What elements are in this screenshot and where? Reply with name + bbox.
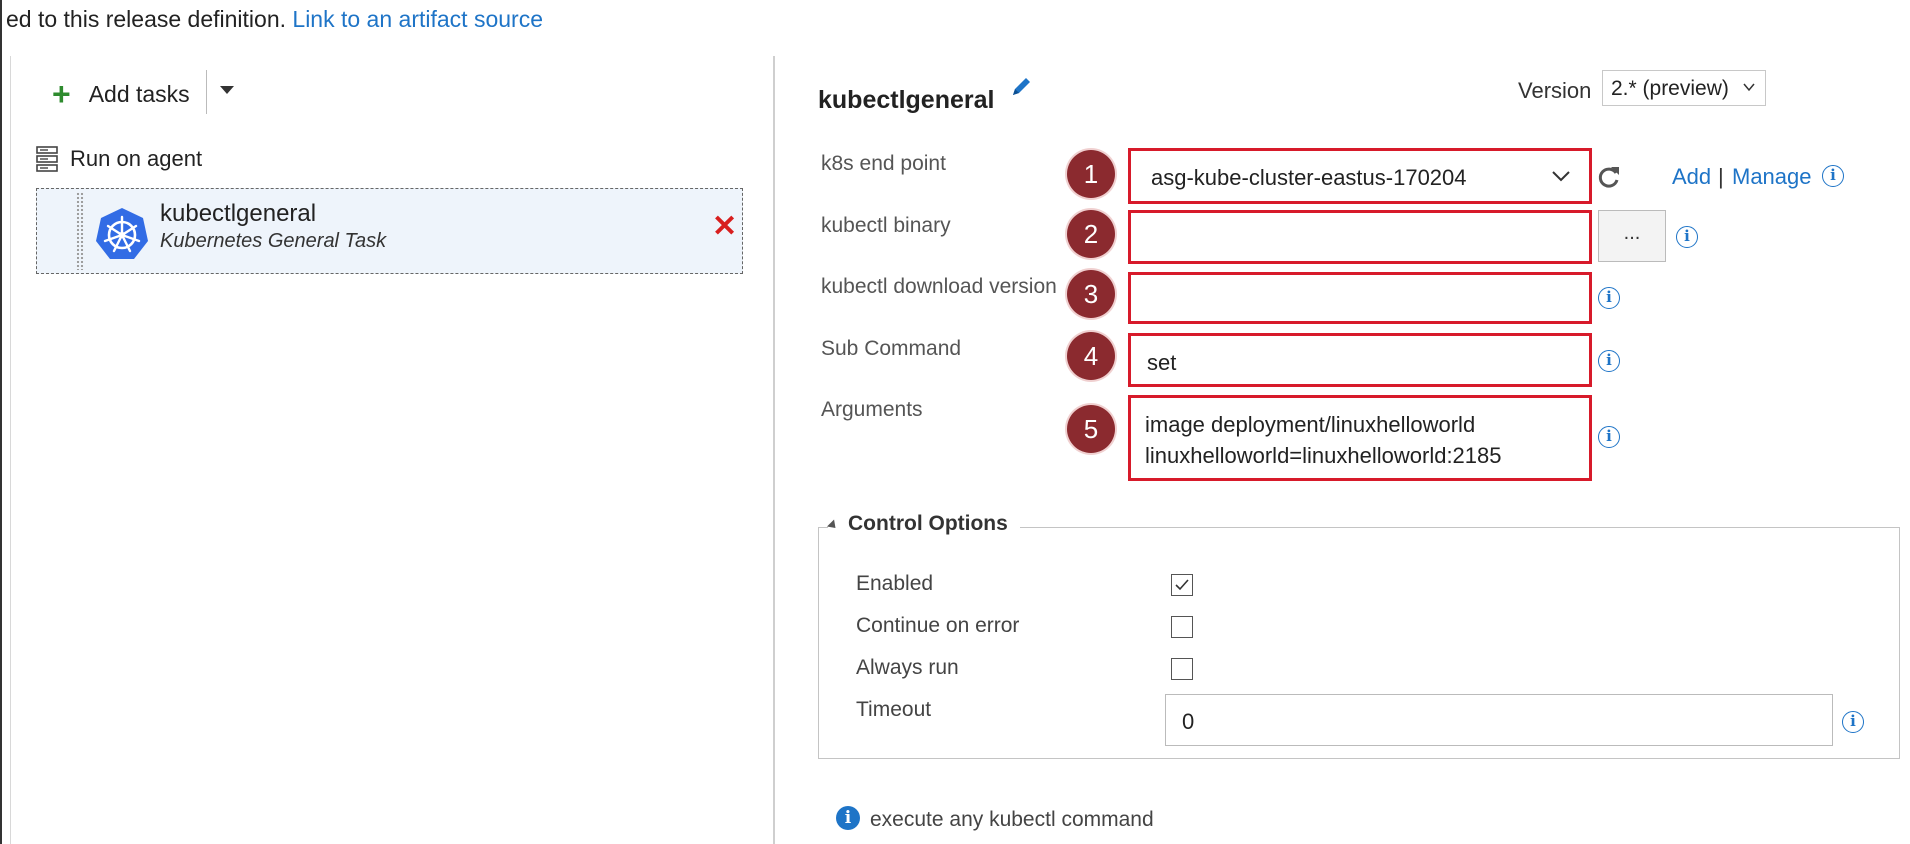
add-endpoint-link[interactable]: Add [1672,164,1711,190]
arguments-value-line1: image deployment/linuxhelloworld [1145,412,1476,437]
plus-icon: + [52,76,71,112]
banner-prefix: ed to this release definition. [6,6,287,32]
callout-badge-1: 1 [1067,150,1115,198]
top-banner: ed to this release definition. Link to a… [0,0,1910,844]
info-icon[interactable]: i [1598,426,1620,448]
add-tasks-dropdown-icon[interactable] [220,86,234,94]
info-icon[interactable]: i [1822,165,1844,187]
control-options-header[interactable]: Control Options [826,512,1020,536]
chevron-down-icon [1743,83,1755,92]
kubectl-binary-label: kubectl binary [821,214,951,237]
banner-text: ed to this release definition. Link to a… [6,6,543,33]
timeout-label: Timeout [856,698,932,721]
kubectl-download-version-input[interactable] [1128,272,1592,324]
drag-handle-icon[interactable] [76,192,84,270]
refresh-icon[interactable] [1596,164,1622,190]
run-on-agent-label: Run on agent [70,146,203,171]
link-separator: | [1718,164,1724,189]
enabled-label: Enabled [856,572,934,595]
sub-command-input[interactable]: set [1128,333,1592,387]
task-name: kubectlgeneral [160,200,317,227]
info-icon[interactable]: i [1842,711,1864,733]
arguments-value-line2: linuxhelloworld=linuxhelloworld:2185 [1145,443,1502,468]
collapse-triangle-icon [826,518,840,532]
checkmark-icon [1175,579,1189,591]
task-title: kubectlgeneral [818,86,995,114]
callout-badge-5: 5 [1067,405,1115,453]
info-icon[interactable]: i [1598,287,1620,309]
kubectl-binary-input[interactable] [1128,210,1592,264]
chevron-down-icon [1552,171,1570,182]
link-artifact-source[interactable]: Link to an artifact source [292,6,543,32]
left-pane-border [10,56,11,844]
timeout-value: 0 [1182,709,1195,734]
sub-command-value: set [1147,350,1177,375]
continue-on-error-checkbox[interactable] [1171,616,1193,638]
task-subtitle: Kubernetes General Task [160,230,387,252]
version-select[interactable]: 2.* (preview) [1602,70,1766,106]
version-value: 2.* (preview) [1611,77,1729,100]
kubernetes-icon [96,208,148,259]
always-run-checkbox[interactable] [1171,658,1193,680]
add-tasks-label: Add tasks [88,80,190,107]
kubectl-download-version-label: kubectl download version [821,275,1057,298]
always-run-label: Always run [856,656,959,679]
continue-on-error-label: Continue on error [856,614,1020,637]
info-icon[interactable]: i [1598,350,1620,372]
browse-button[interactable]: ... [1598,210,1666,262]
callout-badge-4: 4 [1067,332,1115,380]
k8s-endpoint-label: k8s end point [821,152,946,175]
manage-endpoint-link[interactable]: Manage [1732,164,1812,190]
k8s-endpoint-value: asg-kube-cluster-eastus-170204 [1151,165,1467,190]
control-options-title: Control Options [848,512,1008,535]
arguments-input[interactable]: image deployment/linuxhelloworld linuxhe… [1128,395,1592,481]
version-label: Version [1518,78,1592,103]
callout-badge-2: 2 [1067,210,1115,258]
edit-pencil-icon[interactable] [1008,74,1034,100]
arguments-label: Arguments [821,398,923,421]
callout-badge-3: 3 [1067,270,1115,318]
sub-command-label: Sub Command [821,337,962,360]
pane-divider[interactable] [773,56,775,844]
split-button-separator [206,70,207,114]
k8s-endpoint-select[interactable]: asg-kube-cluster-eastus-170204 [1128,148,1592,204]
info-filled-icon: i [836,806,860,830]
timeout-input[interactable]: 0 [1165,694,1833,746]
remove-task-icon[interactable]: ✕ [712,212,737,242]
window-left-edge [0,0,2,844]
enabled-checkbox[interactable] [1171,574,1193,596]
add-tasks-button[interactable]: + Add tasks [52,74,190,114]
run-on-agent-phase[interactable]: Run on agent [36,146,202,172]
info-icon[interactable]: i [1676,226,1698,248]
server-icon [36,146,58,172]
task-description: execute any kubectl command [870,808,1154,831]
